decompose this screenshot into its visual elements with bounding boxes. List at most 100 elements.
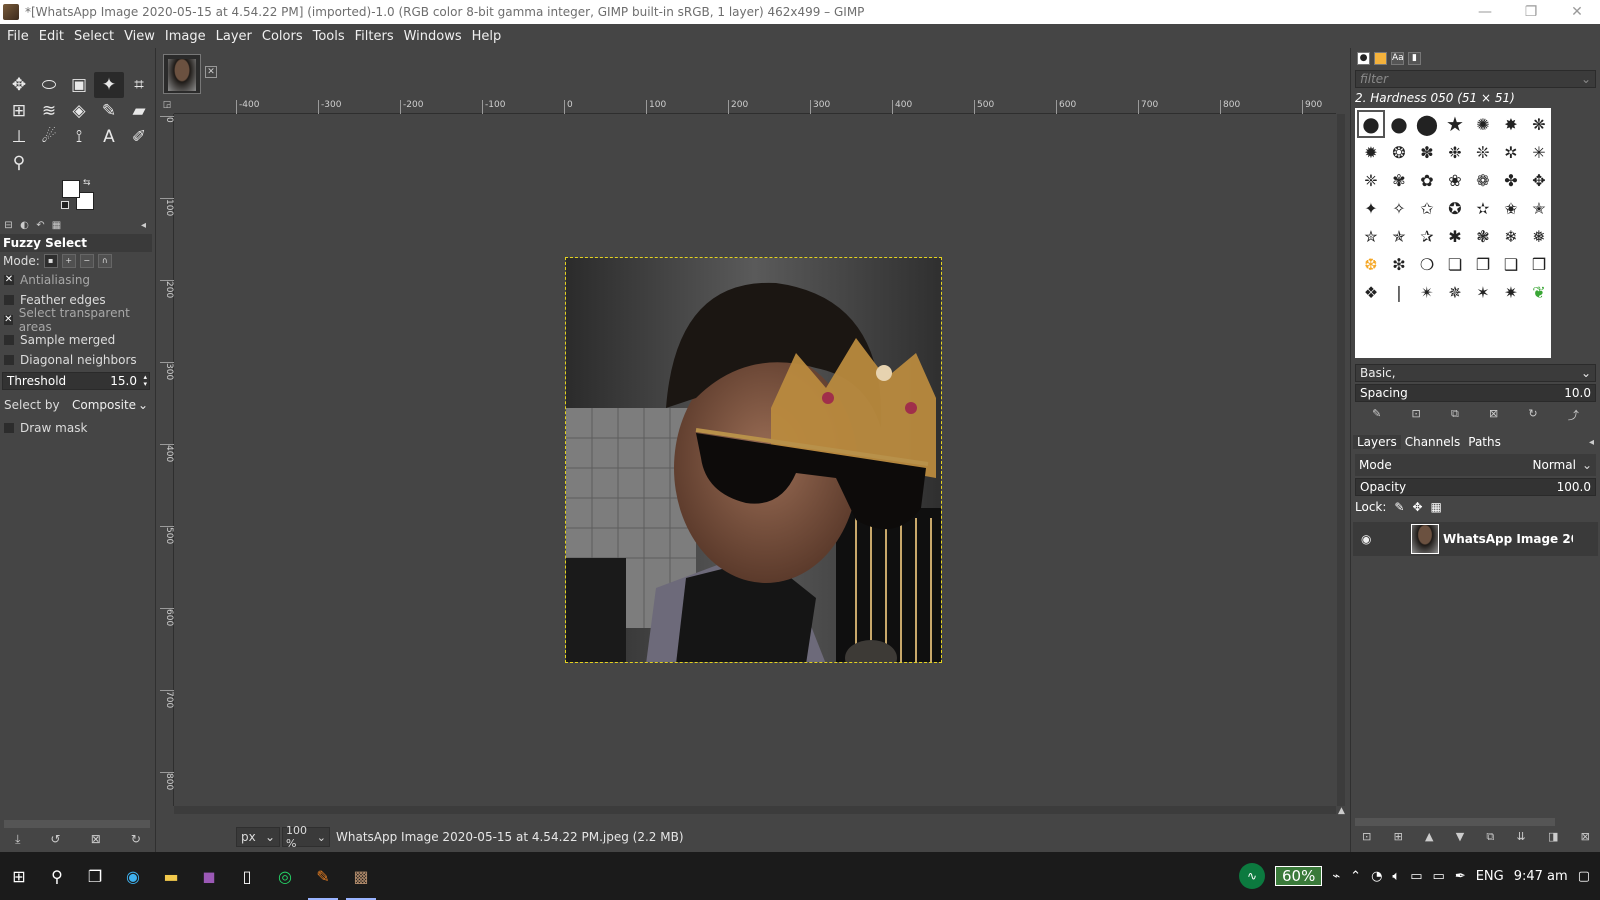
delete-options-icon[interactable]: ⊠ <box>91 832 101 847</box>
visibility-eye-icon[interactable]: ◉ <box>1361 532 1381 546</box>
threshold-slider[interactable]: Threshold 15.0 ▴ ▾ <box>2 372 150 390</box>
brush-preview[interactable]: ✾ <box>1385 166 1413 194</box>
duplicate-brush-icon[interactable]: ⧉ <box>1451 407 1459 423</box>
patterns-tab-icon[interactable] <box>1374 51 1387 65</box>
tab-paths[interactable]: Paths <box>1464 435 1505 449</box>
text-tool-icon[interactable]: A <box>94 124 124 150</box>
merge-layer-icon[interactable]: ⇊ <box>1517 830 1526 844</box>
reset-options-icon[interactable]: ↻ <box>131 832 141 847</box>
configure-tab-icon[interactable]: ◂ <box>137 220 150 232</box>
menu-image[interactable]: Image <box>160 29 211 44</box>
diagonal-neighbors-checkbox[interactable]: Diagonal neighbors <box>0 350 152 370</box>
configure-tab-icon[interactable]: ◂ <box>1589 437 1594 448</box>
menu-windows[interactable]: Windows <box>399 29 467 44</box>
lock-position-icon[interactable]: ✥ <box>1412 500 1422 514</box>
brush-preview[interactable]: ✫ <box>1469 194 1497 222</box>
brush-preview[interactable]: ❆ <box>1357 250 1385 278</box>
display-icon[interactable]: ▭ <box>1433 869 1445 884</box>
clone-tool-icon[interactable]: ⊥ <box>4 124 34 150</box>
quick-mask-toggle-icon[interactable]: ◲ <box>160 100 174 114</box>
image-layer-photo[interactable] <box>565 257 942 663</box>
menu-help[interactable]: Help <box>467 29 507 44</box>
brush-preview[interactable]: ✺ <box>1469 110 1497 138</box>
fuzzy-select-icon[interactable]: ✦ <box>94 72 124 98</box>
lower-layer-icon[interactable]: ▼ <box>1456 830 1464 844</box>
delete-layer-icon[interactable]: ⊠ <box>1581 830 1590 844</box>
brush-preview[interactable]: ❂ <box>1385 138 1413 166</box>
brush-preview[interactable]: ✸ <box>1497 110 1525 138</box>
notifications-icon[interactable]: ▢ <box>1578 869 1590 884</box>
volume-icon[interactable]: 🔈︎ <box>1392 869 1400 884</box>
brush-preview[interactable]: ❦ <box>1525 278 1551 306</box>
mode-add-button[interactable]: + <box>61 254 76 268</box>
brush-preview[interactable]: ❇ <box>1385 250 1413 278</box>
brush-preview[interactable]: ✭ <box>1525 194 1551 222</box>
tool-options-tab-icon[interactable]: ⊟ <box>2 220 15 232</box>
edit-brush-icon[interactable]: ✎ <box>1372 407 1381 423</box>
unified-transform-icon[interactable]: ⊞ <box>4 98 34 124</box>
close-image-tab-icon[interactable]: ✕ <box>205 66 217 78</box>
canvas-vertical-scrollbar[interactable] <box>1337 114 1345 806</box>
notes-app-icon[interactable]: ▯ <box>228 852 266 900</box>
battery-indicator[interactable]: 60% <box>1274 866 1323 886</box>
brush-preview[interactable]: ✽ <box>1413 138 1441 166</box>
select-transparent-checkbox[interactable]: ✕ Select transparent areas <box>0 306 152 334</box>
brush-preset-combo[interactable]: Basic, ⌄ <box>1355 364 1596 382</box>
brush-spacing-slider[interactable]: Spacing 10.0 <box>1355 384 1596 402</box>
warp-transform-icon[interactable]: ≋ <box>34 98 64 124</box>
smudge-tool-icon[interactable]: ☄ <box>34 124 64 150</box>
restore-button[interactable]: ❐ <box>1508 0 1554 24</box>
brush-preview[interactable]: ✲ <box>1497 138 1525 166</box>
brush-preview[interactable]: ❃ <box>1469 222 1497 250</box>
antialiasing-checkbox[interactable]: ✕ Antialiasing <box>0 270 152 290</box>
menu-layer[interactable]: Layer <box>211 29 257 44</box>
minimize-button[interactable]: — <box>1462 0 1508 24</box>
layer-mask-icon[interactable]: ◨ <box>1548 830 1558 844</box>
color-picker-icon[interactable]: ✐ <box>124 124 154 150</box>
move-tool-icon[interactable]: ✥ <box>4 72 34 98</box>
mode-subtract-button[interactable]: − <box>79 254 94 268</box>
lock-pixels-icon[interactable]: ✎ <box>1394 500 1404 514</box>
brush-preview[interactable]: ✹ <box>1357 138 1385 166</box>
menu-view[interactable]: View <box>119 29 160 44</box>
show-hidden-icons-chevron-up-icon[interactable]: ⌃ <box>1350 869 1361 884</box>
windows-start-icon[interactable]: ⊞ <box>0 852 38 900</box>
bucket-fill-icon[interactable]: ◈ <box>64 98 94 124</box>
menu-file[interactable]: File <box>2 29 34 44</box>
brush-preview[interactable]: ❊ <box>1469 138 1497 166</box>
menu-tools[interactable]: Tools <box>308 29 350 44</box>
file-explorer-icon[interactable]: ▬ <box>152 852 190 900</box>
foreground-color-swatch[interactable] <box>62 180 80 198</box>
save-options-icon[interactable]: ⤓ <box>15 832 20 847</box>
edge-browser-icon[interactable]: ◉ <box>114 852 152 900</box>
foreground-select-icon[interactable]: ▣ <box>64 72 94 98</box>
crop-tool-icon[interactable]: ⌗ <box>124 72 154 98</box>
new-layer-icon[interactable]: ⊡ <box>1362 830 1371 844</box>
menu-select[interactable]: Select <box>69 29 119 44</box>
menu-filters[interactable]: Filters <box>350 29 399 44</box>
image-tab-thumbnail[interactable] <box>163 54 201 94</box>
menu-colors[interactable]: Colors <box>257 29 308 44</box>
brush-preview[interactable]: ✦ <box>1357 194 1385 222</box>
new-layer-group-icon[interactable]: ⊞ <box>1394 830 1403 844</box>
brush-preview[interactable]: ● <box>1357 110 1385 138</box>
brush-preview[interactable]: ❒ <box>1525 250 1551 278</box>
undo-history-tab-icon[interactable]: ↶ <box>34 220 47 232</box>
brush-preview[interactable]: ❋ <box>1525 110 1551 138</box>
swap-colors-icon[interactable]: ⇆ <box>83 178 91 188</box>
health-monitor-icon[interactable]: ∿ <box>1238 863 1265 889</box>
brush-preview[interactable]: ✵ <box>1441 278 1469 306</box>
canvas-horizontal-scrollbar[interactable] <box>174 806 1336 814</box>
zoom-tool-icon[interactable]: ⚲ <box>4 150 34 176</box>
brush-filter-input[interactable]: filter ⌄ <box>1355 70 1596 88</box>
brush-preview[interactable]: ❀ <box>1441 166 1469 194</box>
spinner-icon[interactable]: ▴ ▾ <box>143 374 147 388</box>
brush-preview[interactable]: ✯ <box>1385 222 1413 250</box>
device-status-tab-icon[interactable]: ◐ <box>18 220 31 232</box>
eraser-icon[interactable]: ▰ <box>124 98 154 124</box>
tab-layers[interactable]: Layers <box>1353 435 1401 449</box>
brush-preview[interactable]: ✪ <box>1441 194 1469 222</box>
brush-preview[interactable]: ✬ <box>1497 194 1525 222</box>
brush-preview[interactable]: ❅ <box>1525 222 1551 250</box>
network-icon[interactable]: ◔ <box>1371 869 1382 884</box>
